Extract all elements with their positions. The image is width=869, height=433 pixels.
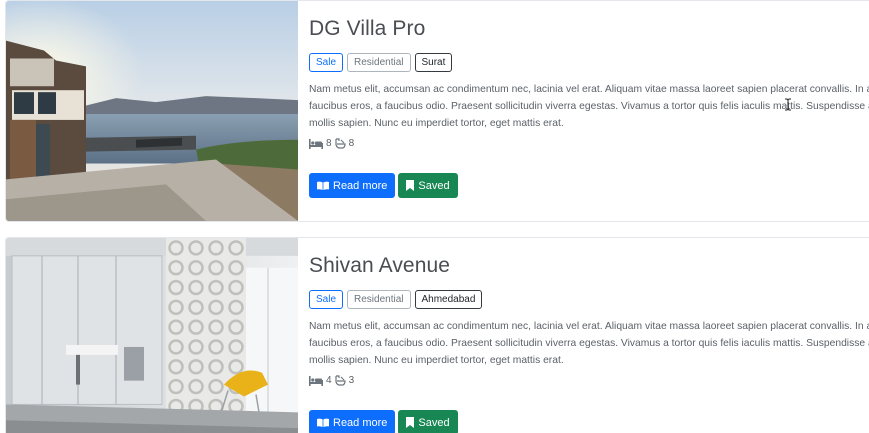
listing-card: Shivan Avenue Sale Residential Ahmedabad…	[5, 237, 869, 433]
sale-badge: Sale	[309, 53, 344, 72]
listing-card: DG Villa Pro Sale Residential Surat Nam …	[5, 0, 869, 222]
saved-button[interactable]: Saved	[398, 173, 458, 198]
badge-group: Sale Residential Surat	[309, 53, 453, 72]
listing-title[interactable]: DG Villa Pro	[309, 17, 425, 41]
listing-actions: Read more Saved	[309, 410, 458, 433]
read-more-label: Read more	[333, 416, 388, 429]
saved-label: Saved	[418, 416, 450, 429]
office-photo-icon	[6, 238, 298, 433]
read-more-button[interactable]: Read more	[309, 173, 396, 198]
listing-actions: Read more Saved	[309, 173, 458, 198]
bookmark-icon	[406, 180, 415, 191]
book-icon	[317, 181, 329, 190]
bed-icon	[309, 375, 323, 386]
saved-label: Saved	[418, 179, 450, 192]
bookmark-icon	[406, 417, 415, 428]
city-badge: Surat	[414, 53, 453, 72]
listing-title[interactable]: Shivan Avenue	[309, 254, 450, 278]
bath-count: 3	[348, 375, 355, 386]
city-badge: Ahmedabad	[414, 290, 483, 309]
listing-description: Nam metus elit, accumsan ac condimentum …	[309, 321, 869, 366]
listing-meta: 4 3	[309, 375, 354, 386]
book-icon	[317, 418, 329, 427]
text-cursor-icon	[785, 98, 791, 111]
bath-count: 8	[348, 138, 355, 149]
property-image[interactable]	[6, 1, 298, 221]
bed-icon	[309, 138, 323, 149]
read-more-label: Read more	[333, 179, 388, 192]
type-badge: Residential	[347, 53, 411, 72]
type-badge: Residential	[347, 290, 411, 309]
bed-count: 4	[326, 375, 332, 386]
saved-button[interactable]: Saved	[398, 410, 458, 433]
sale-badge: Sale	[309, 290, 344, 309]
villa-photo-icon	[6, 1, 298, 221]
badge-group: Sale Residential Ahmedabad	[309, 290, 483, 309]
property-image[interactable]	[6, 238, 298, 433]
bath-icon	[334, 138, 346, 149]
bath-icon	[334, 375, 346, 386]
read-more-button[interactable]: Read more	[309, 410, 396, 433]
bed-count: 8	[326, 138, 332, 149]
listing-meta: 8 8	[309, 138, 354, 149]
